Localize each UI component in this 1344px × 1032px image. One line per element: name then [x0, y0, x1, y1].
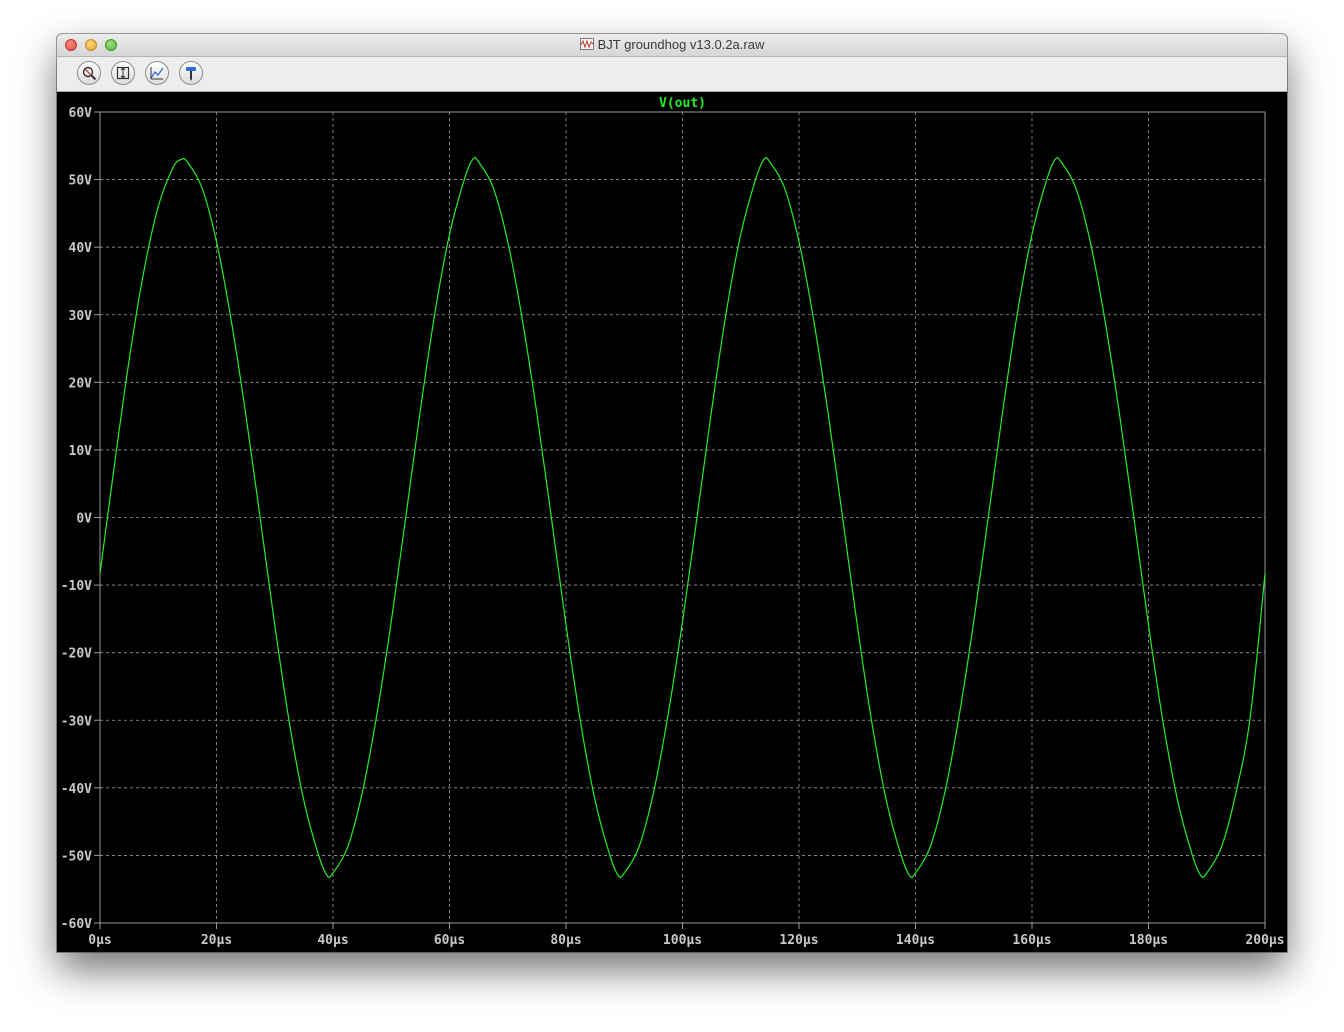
y-tick-label: -10V	[61, 579, 92, 594]
y-tick-label: 60V	[69, 106, 93, 121]
x-tick-label: 0µs	[88, 933, 111, 948]
title-bar[interactable]: BJT groundhog v13.0.2a.raw	[57, 34, 1287, 57]
x-tick-label: 200µs	[1245, 933, 1284, 948]
zoom-back-icon	[150, 67, 164, 80]
y-tick-label: 20V	[69, 376, 93, 391]
window-title-container: BJT groundhog v13.0.2a.raw	[57, 37, 1287, 52]
y-tick-label: 50V	[69, 174, 93, 189]
x-axis-ticks: 0µs 20µs 40µs 60µs 80µs 100µs 120µs 140µs 160µs 1…	[88, 923, 1285, 948]
y-tick-label: -20V	[61, 647, 92, 662]
waveform-file-icon	[579, 38, 594, 50]
x-tick-label: 60µs	[434, 933, 465, 948]
y-tick-label: -40V	[61, 782, 92, 797]
y-axis-ticks: 60V 50V 40V 30V 20V 10V 0V -10V -20V -30V -40V -50V…	[61, 106, 100, 932]
trace-label-vout[interactable]: V(out)	[659, 96, 706, 111]
x-tick-label: 100µs	[663, 933, 702, 948]
zoom-icon	[82, 66, 97, 81]
y-tick-label: -50V	[61, 849, 92, 864]
x-tick-label: 140µs	[896, 933, 935, 948]
window-title: BJT groundhog v13.0.2a.raw	[597, 37, 765, 52]
probe-icon	[186, 67, 196, 81]
y-tick-label: 30V	[69, 309, 93, 324]
plot-area[interactable]: 60V 50V 40V 30V 20V 10V 0V -10V -20V -30V -40V -50V…	[57, 92, 1287, 952]
x-tick-label: 80µs	[550, 933, 581, 948]
x-tick-label: 160µs	[1012, 933, 1051, 948]
y-tick-label: -60V	[61, 917, 92, 932]
probe-button[interactable]	[179, 61, 203, 85]
x-tick-label: 180µs	[1129, 933, 1168, 948]
y-tick-label: 10V	[69, 444, 93, 459]
waveform-chart[interactable]: 60V 50V 40V 30V 20V 10V 0V -10V -20V -30V -40V -50V…	[57, 92, 1287, 952]
autorange-icon	[116, 66, 130, 80]
autorange-button[interactable]	[111, 61, 135, 85]
x-tick-label: 120µs	[779, 933, 818, 948]
waveform-window: BJT groundhog v13.0.2a.raw 60V 50V 40V 3…	[57, 34, 1287, 952]
y-tick-label: 0V	[76, 512, 92, 527]
toolbar	[57, 57, 1287, 92]
y-tick-label: -30V	[61, 714, 92, 729]
x-tick-label: 40µs	[317, 933, 348, 948]
y-tick-label: 40V	[69, 241, 93, 256]
x-tick-label: 20µs	[201, 933, 232, 948]
zoom-back-button[interactable]	[145, 61, 169, 85]
zoom-button[interactable]	[77, 61, 101, 85]
grid	[100, 112, 1265, 923]
